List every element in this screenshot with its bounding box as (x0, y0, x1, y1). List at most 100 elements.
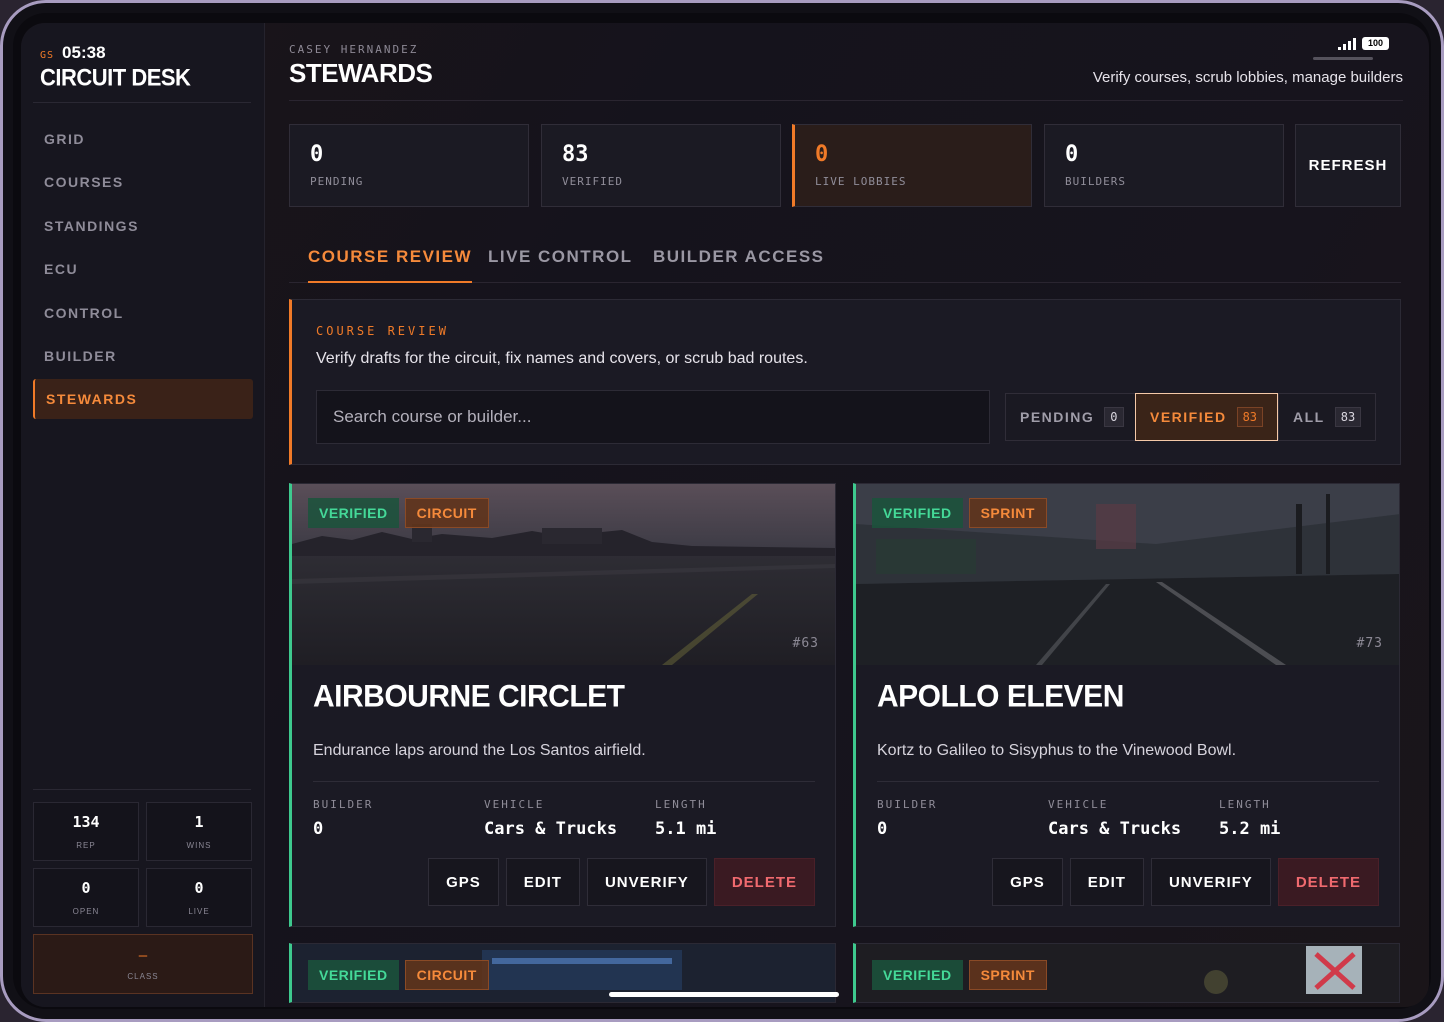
meta-value: Cars & Trucks (1048, 819, 1182, 839)
sidebar-item-grid[interactable]: GRID (33, 119, 253, 159)
sidebar: GS 05:38 CIRCUIT DESK GRID COURSES STAND… (21, 23, 265, 1007)
stat-card-live-lobbies: 0 LIVE LOBBIES (792, 124, 1032, 207)
stat-card-label: VERIFIED (562, 175, 623, 188)
meta-value: 5.1 mi (655, 819, 717, 839)
sidebar-item-ecu[interactable]: ECU (33, 249, 253, 289)
course-id: #73 (1356, 636, 1383, 651)
filter-pending[interactable]: PENDING 0 (1005, 393, 1139, 441)
tablet-frame: GS 05:38 CIRCUIT DESK GRID COURSES STAND… (0, 0, 1444, 1022)
meta-value: 5.2 mi (1219, 819, 1281, 839)
filter-all[interactable]: ALL 83 (1278, 393, 1377, 441)
player-stats: 134 REP 1 WINS 0 OPEN 0 LIVE (33, 802, 253, 927)
course-name: APOLLO ELEVEN (877, 679, 1124, 714)
course-builder: BUILDER 0 (877, 798, 937, 839)
stat-value: 1 (194, 813, 204, 831)
user-name: CASEY HERNANDEZ (289, 43, 419, 56)
unverify-button[interactable]: UNVERIFY (586, 858, 707, 906)
search-input[interactable] (316, 390, 990, 444)
stat-value: 134 (72, 813, 100, 831)
course-badges: VERIFIED CIRCUIT (308, 960, 489, 990)
gps-button[interactable]: GPS (428, 858, 499, 906)
clock: 05:38 (62, 43, 106, 62)
filter-label: PENDING (1020, 409, 1095, 425)
page-subtitle: Verify courses, scrub lobbies, manage bu… (1092, 69, 1403, 86)
sidebar-item-control[interactable]: CONTROL (33, 293, 253, 333)
filter-label: VERIFIED (1150, 409, 1227, 425)
divider (877, 781, 1379, 782)
course-builder: BUILDER 0 (313, 798, 373, 839)
course-type-badge: CIRCUIT (404, 498, 489, 528)
course-length: LENGTH 5.1 mi (655, 798, 716, 839)
course-type-badge: SPRINT (968, 498, 1047, 528)
delete-button[interactable]: DELETE (713, 858, 815, 906)
stat-card-value: 0 (310, 142, 324, 167)
class-indicator: — CLASS (33, 934, 253, 994)
stat-card-pending: 0 PENDING (289, 124, 529, 207)
panel-description: Verify drafts for the circuit, fix names… (316, 350, 808, 367)
course-badges: VERIFIED SPRINT (872, 498, 1047, 528)
course-card[interactable]: VERIFIED SPRINT #73 APOLLO ELEVEN Kortz … (853, 483, 1400, 927)
home-indicator[interactable] (609, 992, 839, 997)
course-vehicle: VEHICLE Cars & Trucks (1048, 798, 1181, 839)
course-badges: VERIFIED CIRCUIT (308, 498, 489, 528)
brand-tag: GS (40, 50, 55, 61)
meta-label: VEHICLE (1048, 798, 1109, 811)
tab-course-review[interactable]: COURSE REVIEW (308, 247, 473, 283)
delete-button[interactable]: DELETE (1277, 858, 1379, 906)
meta-label: LENGTH (655, 798, 707, 811)
course-actions: GPS EDIT UNVERIFY DELETE (992, 858, 1379, 906)
stat-value: 0 (81, 879, 91, 897)
battery-icon: 100 (1361, 37, 1389, 50)
tab-bar: COURSE REVIEW LIVE CONTROL BUILDER ACCES… (289, 235, 1401, 283)
sidebar-item-courses[interactable]: COURSES (33, 162, 253, 202)
panel-kicker: COURSE REVIEW (316, 324, 449, 338)
course-card[interactable]: VERIFIED CIRCUIT #63 AIRBOURNE CIRCLET E… (289, 483, 836, 927)
course-description: Kortz to Galileo to Sisyphus to the Vine… (877, 742, 1237, 759)
refresh-button[interactable]: REFRESH (1295, 124, 1401, 207)
app-title: CIRCUIT DESK (40, 63, 191, 92)
course-card[interactable]: VERIFIED SPRINT (853, 943, 1400, 1003)
stat-card-label: LIVE LOBBIES (815, 175, 907, 188)
edit-button[interactable]: EDIT (1069, 858, 1144, 906)
filter-count: 0 (1104, 407, 1124, 427)
sidebar-item-standings[interactable]: STANDINGS (33, 206, 253, 246)
meta-label: VEHICLE (484, 798, 545, 811)
divider (33, 102, 251, 103)
filter-count: 83 (1334, 407, 1362, 427)
stat-card-value: 83 (562, 142, 589, 167)
status-bar: 100 (1337, 37, 1389, 50)
meta-label: LENGTH (1219, 798, 1271, 811)
verified-badge: VERIFIED (872, 498, 963, 528)
stat-card-label: BUILDERS (1065, 175, 1126, 188)
tab-builder-access[interactable]: BUILDER ACCESS (653, 247, 825, 283)
filter-label: ALL (1293, 409, 1325, 425)
stat-card-builders: 0 BUILDERS (1044, 124, 1284, 207)
sidebar-item-stewards[interactable]: STEWARDS (33, 379, 253, 420)
stat-live: 0 LIVE (146, 868, 252, 927)
stat-label: WINS (186, 841, 212, 850)
class-label: CLASS (127, 971, 159, 981)
edit-button[interactable]: EDIT (505, 858, 580, 906)
course-length: LENGTH 5.2 mi (1219, 798, 1280, 839)
brand: GS 05:38 CIRCUIT DESK (40, 43, 191, 92)
unverify-button[interactable]: UNVERIFY (1150, 858, 1271, 906)
page-header: CASEY HERNANDEZ STEWARDS 100 Verify cour… (289, 37, 1403, 101)
stat-rep: 134 REP (33, 802, 139, 861)
filter-verified[interactable]: VERIFIED 83 (1135, 393, 1279, 441)
app-screen: GS 05:38 CIRCUIT DESK GRID COURSES STAND… (21, 23, 1429, 1007)
sidebar-nav: GRID COURSES STANDINGS ECU CONTROL BUILD… (33, 119, 253, 423)
meta-label: BUILDER (877, 798, 938, 811)
stat-card-value: 0 (1065, 142, 1079, 167)
sidebar-item-builder[interactable]: BUILDER (33, 336, 253, 376)
verified-badge: VERIFIED (308, 960, 399, 990)
course-name: AIRBOURNE CIRCLET (313, 679, 625, 714)
meta-value: 0 (313, 819, 324, 839)
status-indicator (1313, 57, 1373, 60)
tab-live-control[interactable]: LIVE CONTROL (488, 247, 633, 283)
course-vehicle: VEHICLE Cars & Trucks (484, 798, 617, 839)
course-type-badge: SPRINT (968, 960, 1047, 990)
stat-wins: 1 WINS (146, 802, 252, 861)
gps-button[interactable]: GPS (992, 858, 1063, 906)
summary-stats: 0 PENDING 83 VERIFIED 0 LIVE LOBBIES 0 B… (289, 124, 1401, 207)
course-badges: VERIFIED SPRINT (872, 960, 1047, 990)
